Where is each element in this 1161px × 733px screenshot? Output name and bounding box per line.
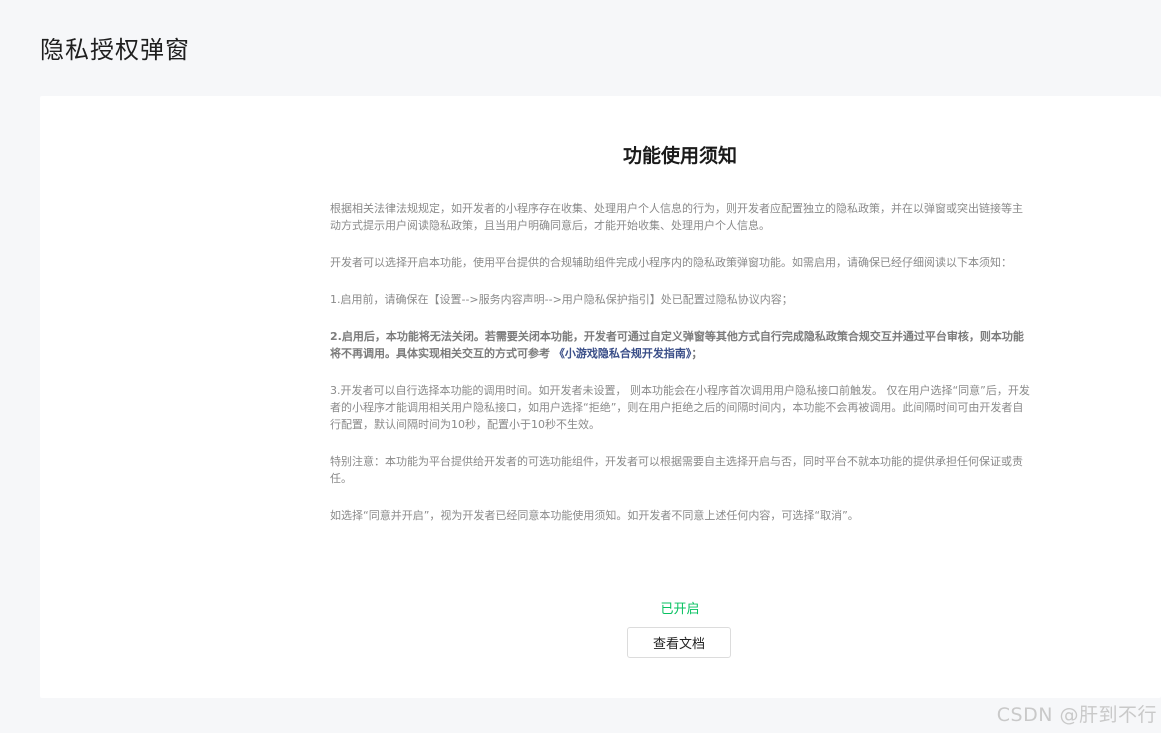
notice-item-call-timing: 3.开发者可以自行选择本功能的调用时间。如开发者未设置， 则本功能会在小程序首次… [330,384,1030,431]
view-docs-button[interactable]: 查看文档 [627,627,731,658]
notice-special-note: 特别注意：本功能为平台提供给开发者的可选功能组件，开发者可以根据需要自主选择开启… [330,455,1023,485]
notice-title: 功能使用须知 [622,145,737,167]
watermark: CSDN @肝到不行 [996,704,1157,726]
page-title: 隐私授权弹窗 [40,36,190,64]
notice-card: 功能使用须知 根据相关法律法规规定，如开发者的小程序存在收集、处理用户个人信息的… [40,96,1161,698]
notice-item-after-enable: 2.启用后，本功能将无法关闭。若需要关闭本功能，开发者可通过自定义弹窗等其他方式… [330,328,1030,362]
notice-body: 根据相关法律法规规定，如开发者的小程序存在收集、处理用户个人信息的行为，则开发者… [330,200,1030,544]
notice-item-after-enable-end: ； [691,347,703,360]
notice-paragraph-legal: 根据相关法律法规规定，如开发者的小程序存在收集、处理用户个人信息的行为，则开发者… [330,202,1023,232]
notice-paragraph-intro: 开发者可以选择开启本功能，使用平台提供的合规辅助组件完成小程序内的隐私政策弹窗功… [330,256,1012,269]
privacy-guide-link[interactable]: 《小游戏隐私合规开发指南》 [554,347,692,360]
status-enabled-label: 已开启 [660,602,700,617]
notice-item-before-enable: 1.启用前，请确保在【设置-->服务内容声明-->用户隐私保护指引】处已配置过隐… [330,293,793,306]
notice-consent-note: 如选择“同意并开启”，视为开发者已经同意本功能使用须知。如开发者不同意上述任何内… [330,509,859,522]
